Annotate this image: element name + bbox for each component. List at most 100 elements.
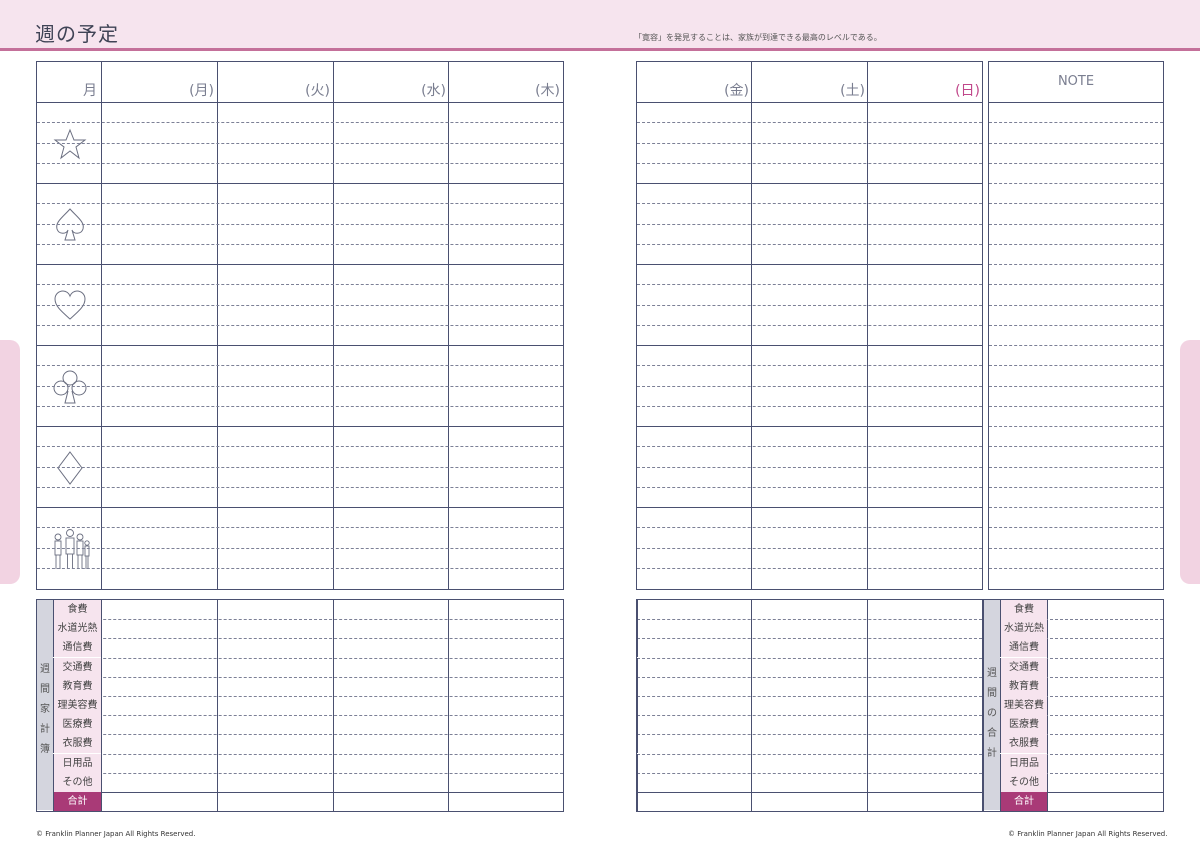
note-dashed-line bbox=[989, 405, 1163, 407]
total-category-cell: 衣服費 bbox=[1000, 734, 1047, 754]
total-category-cell: 理美容費 bbox=[1000, 696, 1047, 715]
dashed-writing-line bbox=[37, 122, 563, 124]
weekly-total-grid: 週 間 の 合 計 食費水道光熱費通信費交通費教育費理美容費医療費衣服費日用品そ… bbox=[983, 599, 1164, 812]
block-divider bbox=[637, 345, 982, 346]
day-header-sun: (日) bbox=[955, 83, 980, 99]
block-divider bbox=[37, 507, 563, 508]
copyright-right: © Franklin Planner Japan All Rights Rese… bbox=[1008, 830, 1168, 838]
left-budget-category-cell: 医療費 bbox=[53, 715, 101, 735]
header-underline bbox=[0, 48, 1200, 51]
left-side-tab bbox=[0, 340, 20, 584]
dashed-writing-line bbox=[637, 547, 982, 549]
budget-column-divider bbox=[101, 600, 102, 811]
dashed-writing-line bbox=[37, 203, 563, 205]
right-budget-category-cell bbox=[637, 772, 638, 792]
day-header-fri: (金) bbox=[724, 83, 749, 99]
note-dashed-line bbox=[989, 304, 1163, 306]
right-budget-category-cell bbox=[637, 619, 638, 639]
dashed-writing-line bbox=[37, 527, 563, 529]
block-divider bbox=[37, 426, 563, 427]
total-category-cell: 合計 bbox=[1000, 792, 1047, 811]
budget-row-line bbox=[637, 772, 982, 774]
budget-row-line bbox=[53, 753, 563, 755]
budget-row-line bbox=[637, 619, 982, 621]
copyright-left: © Franklin Planner Japan All Rights Rese… bbox=[36, 830, 196, 838]
dashed-writing-line bbox=[637, 466, 982, 468]
total-category-cell: その他 bbox=[1000, 772, 1047, 792]
left-budget-category-cell: 教育費 bbox=[53, 676, 101, 696]
budget-row-line bbox=[53, 696, 563, 697]
dashed-writing-line bbox=[37, 223, 563, 225]
dashed-writing-line bbox=[637, 405, 982, 407]
dashed-writing-line bbox=[37, 304, 563, 306]
right-budget-category-cell bbox=[637, 792, 638, 811]
right-budget-category-cell bbox=[637, 638, 638, 658]
dashed-writing-line bbox=[637, 243, 982, 245]
note-dashed-line bbox=[989, 567, 1163, 569]
total-category-cell: 日用品 bbox=[1000, 753, 1047, 773]
budget-title-char: 簿 bbox=[40, 744, 50, 755]
left-budget-grid: 週 間 家 計 簿 食費水道光熱費通信費交通費教育費理美容費医療費衣服費日用品そ… bbox=[36, 599, 564, 812]
page-title: 週の予定 bbox=[35, 22, 119, 46]
dashed-writing-line bbox=[637, 162, 982, 164]
dashed-writing-line bbox=[37, 324, 563, 326]
total-title-char: 週 bbox=[987, 668, 997, 679]
left-schedule-grid: 月 (月) (火) (水) (木) bbox=[36, 61, 564, 590]
spade-icon bbox=[37, 184, 102, 265]
dashed-writing-line bbox=[637, 223, 982, 225]
club-icon bbox=[37, 346, 102, 427]
budget-column-divider bbox=[333, 600, 334, 811]
note-dashed-line bbox=[989, 203, 1163, 205]
dashed-writing-line bbox=[637, 203, 982, 205]
budget-row-line bbox=[53, 734, 563, 736]
budget-row-line bbox=[53, 772, 563, 774]
note-dashed-line bbox=[989, 324, 1163, 326]
right-budget-grid bbox=[636, 599, 983, 812]
header-row-line bbox=[637, 102, 982, 103]
block-divider bbox=[637, 264, 982, 265]
right-budget-category-cell bbox=[637, 753, 638, 773]
dashed-writing-line bbox=[37, 567, 563, 569]
total-title-char: 合 bbox=[987, 728, 997, 739]
right-budget-category-cell bbox=[637, 657, 638, 677]
note-dashed-line bbox=[989, 547, 1163, 549]
dashed-writing-line bbox=[37, 162, 563, 164]
budget-row-line bbox=[637, 753, 982, 755]
note-dashed-line bbox=[989, 426, 1163, 427]
left-budget-category-cell: 交通費 bbox=[53, 657, 101, 677]
day-header-thu: (木) bbox=[535, 83, 560, 99]
budget-row-line bbox=[53, 638, 563, 640]
day-header-sat: (土) bbox=[840, 83, 865, 99]
dashed-writing-line bbox=[37, 385, 563, 387]
dashed-writing-line bbox=[637, 142, 982, 144]
dashed-writing-line bbox=[37, 405, 563, 407]
budget-row-line bbox=[637, 715, 982, 717]
total-category-cell: 交通費 bbox=[1000, 657, 1047, 677]
budget-title-char: 家 bbox=[40, 704, 50, 715]
note-label: NOTE bbox=[1057, 74, 1095, 89]
right-schedule-grid: (金) (土) (日) bbox=[636, 61, 983, 590]
dashed-writing-line bbox=[37, 365, 563, 367]
day-header-mon: (月) bbox=[189, 83, 214, 99]
total-title-char: の bbox=[987, 708, 997, 719]
note-header-line bbox=[989, 102, 1163, 103]
budget-title-char: 週 bbox=[40, 664, 50, 675]
left-budget-category-cell: 理美容費 bbox=[53, 696, 101, 715]
total-title-char: 計 bbox=[987, 748, 997, 759]
note-dashed-line bbox=[989, 264, 1163, 265]
note-dashed-line bbox=[989, 486, 1163, 488]
note-dashed-line bbox=[989, 162, 1163, 164]
budget-row-line bbox=[53, 657, 563, 659]
dashed-writing-line bbox=[37, 142, 563, 144]
block-divider bbox=[37, 345, 563, 346]
dashed-writing-line bbox=[37, 486, 563, 488]
budget-column-divider bbox=[448, 600, 449, 811]
left-budget-category-cell: 水道光熱費 bbox=[53, 619, 101, 653]
budget-title-char: 計 bbox=[40, 724, 50, 735]
block-divider bbox=[37, 264, 563, 265]
star-icon bbox=[37, 103, 102, 184]
dashed-writing-line bbox=[637, 527, 982, 529]
dashed-writing-line bbox=[637, 304, 982, 306]
budget-row-line bbox=[53, 792, 563, 793]
dashed-writing-line bbox=[37, 284, 563, 286]
